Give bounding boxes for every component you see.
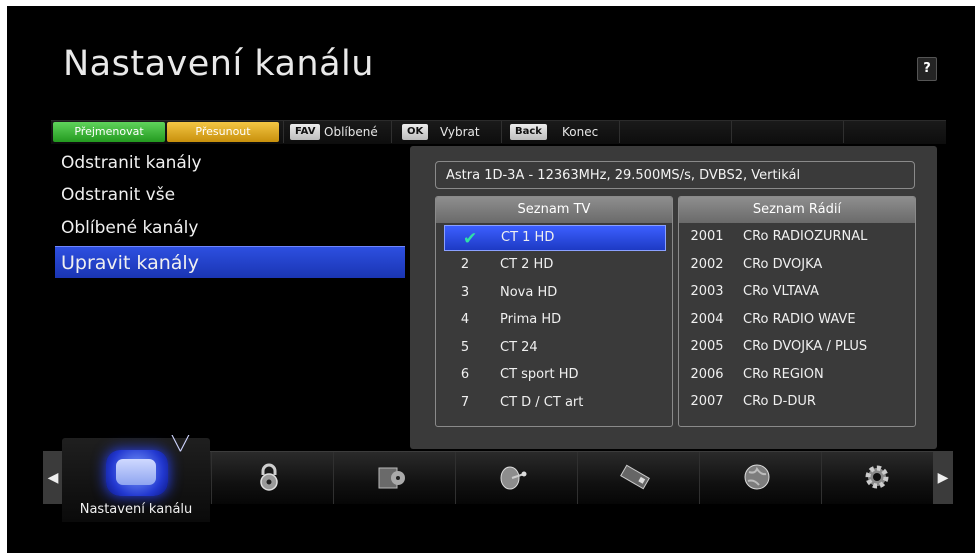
key-hint-bar: Přejmenovat Přesunout FAV Oblíbené OK Vy… <box>51 120 946 144</box>
menu-item-edit-channels[interactable]: Upravit kanály <box>55 246 405 278</box>
channel-number: 2002 <box>690 256 724 272</box>
channel-number: 7 <box>460 394 470 410</box>
menu-item-delete-all[interactable]: Odstranit vše <box>55 179 405 211</box>
channel-name: CT 24 <box>500 339 538 355</box>
channel-name: CT 1 HD <box>501 230 555 245</box>
dock-item-satellite[interactable] <box>455 452 576 504</box>
channel-name: Prima HD <box>500 312 562 327</box>
fav-label: Oblíbené <box>324 125 378 139</box>
tv-channel-row[interactable]: 6 CT sport HD <box>436 361 672 389</box>
channel-name: CRo REGION <box>743 366 824 382</box>
ok-label: Vybrat <box>440 125 480 139</box>
globe-icon <box>740 462 774 492</box>
keybar-empty-slot <box>619 121 730 143</box>
channel-name: CRo DVOJKA <box>743 256 823 272</box>
fav-hint[interactable]: FAV Oblíbené <box>283 121 388 143</box>
rename-button[interactable]: Přejmenovat <box>53 122 165 142</box>
dock-item-smartcard[interactable] <box>577 452 698 504</box>
radio-channel-row[interactable]: 2004 CRo RADIO WAVE <box>679 306 915 334</box>
checkmark-icon: ✔ <box>463 229 478 249</box>
page-title: Nastavení kanálu <box>63 44 374 84</box>
radio-list-header: Seznam Rádií <box>679 197 915 223</box>
channel-name: CRo RADIO WAVE <box>743 311 856 327</box>
antenna-icon: ╲╱ <box>172 436 189 452</box>
help-button[interactable]: ? <box>917 57 937 81</box>
channel-name: CT sport HD <box>500 367 579 382</box>
tv-channel-row[interactable]: 3 Nova HD <box>436 279 672 307</box>
radio-channel-row[interactable]: 2006 CRo REGION <box>679 361 915 389</box>
radio-channel-row[interactable]: 2005 CRo DVOJKA / PLUS <box>679 333 915 361</box>
scroll-right-arrow-icon[interactable]: ▶ <box>933 452 953 504</box>
tv-list-header: Seznam TV <box>436 197 672 223</box>
tv-screen <box>116 459 156 485</box>
menu-item-delete-channels[interactable]: Odstranit kanály <box>55 147 405 179</box>
menu-item-favourite-channels[interactable]: Oblíbené kanály <box>55 212 405 244</box>
radio-channel-list: Seznam Rádií 2001 CRo RADIOZURNAL 2002 C… <box>678 196 916 427</box>
tv-channel-row[interactable]: 4 Prima HD <box>436 306 672 334</box>
lock-icon <box>252 462 286 492</box>
smartcard-icon <box>618 462 652 492</box>
channel-panel: Astra 1D-3A - 12363MHz, 29.500MS/s, DVBS… <box>410 146 937 449</box>
radio-channel-row[interactable]: 2003 CRo VLTAVA <box>679 278 915 306</box>
channel-number: 2005 <box>690 339 724 354</box>
channel-number: 2001 <box>690 229 724 244</box>
channel-number: 4 <box>460 312 470 327</box>
radio-channel-row[interactable]: 2007 CRo D-DUR <box>679 388 915 416</box>
tv-channel-row[interactable]: ✔ CT 1 HD <box>444 225 666 251</box>
channel-number: 6 <box>460 367 470 382</box>
radio-channel-row[interactable]: 2001 CRo RADIOZURNAL <box>679 223 915 251</box>
channel-number: 2 <box>460 257 470 272</box>
tv-channel-row[interactable]: 2 CT 2 HD <box>436 251 672 279</box>
satellite-info: Astra 1D-3A - 12363MHz, 29.500MS/s, DVBS… <box>435 161 915 189</box>
dock-item-settings[interactable] <box>821 452 934 504</box>
dock-item-lock[interactable] <box>211 452 332 504</box>
channel-number: 2003 <box>690 284 724 299</box>
back-key: Back <box>510 124 547 140</box>
channel-number: 3 <box>460 284 470 300</box>
media-icon <box>374 462 408 492</box>
back-hint[interactable]: Back Konec <box>501 121 616 143</box>
ok-key: OK <box>402 124 429 140</box>
ok-hint[interactable]: OK Vybrat <box>391 121 494 143</box>
channel-name: Nova HD <box>500 284 558 300</box>
gear-icon <box>860 462 894 492</box>
tv-icon: ╲╱ <box>106 436 189 496</box>
channel-name: CT D / CT art <box>500 394 584 410</box>
channel-number: 2006 <box>690 366 724 382</box>
keybar-empty-slot <box>843 121 947 143</box>
tv-channel-row[interactable]: 5 CT 24 <box>436 334 672 362</box>
tv-channel-list: Seznam TV ✔ CT 1 HD 2 CT 2 HD 3 Nova HD … <box>435 196 673 427</box>
channel-name: CRo DVOJKA / PLUS <box>743 339 868 354</box>
channel-name: CRo VLTAVA <box>743 284 819 299</box>
dock-active-label: Nastavení kanálu <box>79 502 193 517</box>
channel-number: 5 <box>460 339 470 355</box>
channel-number: 2007 <box>690 394 724 409</box>
screen: Nastavení kanálu ? Přejmenovat Přesunout… <box>7 6 975 553</box>
fav-key: FAV <box>290 124 321 140</box>
dock-item-media[interactable] <box>333 452 454 504</box>
channel-name: CRo RADIOZURNAL <box>743 229 868 244</box>
radio-channel-row[interactable]: 2002 CRo DVOJKA <box>679 251 915 279</box>
channel-name: CRo D-DUR <box>743 394 816 409</box>
channel-name: CT 2 HD <box>500 257 554 272</box>
dock-item-network[interactable] <box>699 452 820 504</box>
back-label: Konec <box>562 125 599 139</box>
channel-number: 2004 <box>690 311 724 327</box>
scroll-left-arrow-icon[interactable]: ◀ <box>43 452 63 504</box>
satellite-dish-icon <box>496 462 530 492</box>
tv-channel-row[interactable]: 7 CT D / CT art <box>436 389 672 417</box>
dock-item-channel-settings[interactable]: ╲╱ Nastavení kanálu <box>62 436 210 522</box>
move-button[interactable]: Přesunout <box>167 122 279 142</box>
keybar-empty-slot <box>731 121 842 143</box>
